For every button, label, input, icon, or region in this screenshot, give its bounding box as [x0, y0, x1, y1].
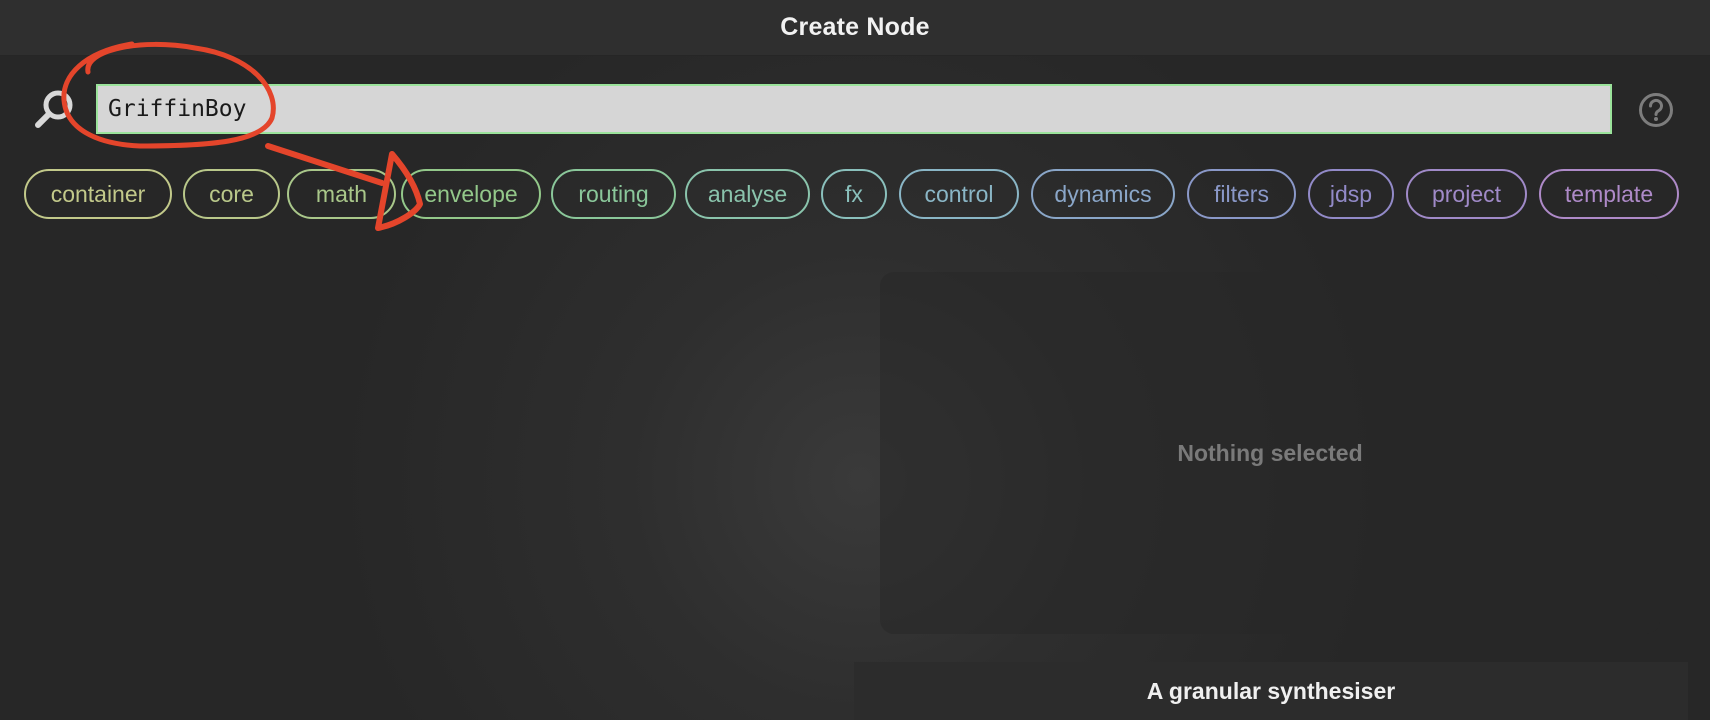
tag-dynamics[interactable]: dynamics: [1031, 169, 1175, 219]
tag-analyse[interactable]: analyse: [685, 169, 810, 219]
tag-math[interactable]: math: [287, 169, 396, 219]
node-details-panel: Nothing selected: [880, 272, 1660, 634]
tag-jdsp[interactable]: jdsp: [1308, 169, 1394, 219]
tag-envelope[interactable]: envelope: [401, 169, 541, 219]
category-tag-bar: container core math envelope routing ana…: [24, 169, 1684, 221]
tag-fx[interactable]: fx: [821, 169, 887, 219]
tag-routing[interactable]: routing: [551, 169, 676, 219]
node-description-bar: A granular synthesiser: [854, 662, 1688, 720]
nothing-selected-text: Nothing selected: [1177, 439, 1363, 466]
tag-core[interactable]: core: [183, 169, 280, 219]
search-input[interactable]: [96, 84, 1612, 134]
tag-filters[interactable]: filters: [1187, 169, 1296, 219]
tag-control[interactable]: control: [899, 169, 1019, 219]
search-icon: [32, 88, 76, 132]
create-node-dialog: Create Node container core math envelope…: [0, 0, 1710, 720]
tag-template[interactable]: template: [1539, 169, 1679, 219]
window-title: Create Node: [780, 13, 930, 41]
node-description: A granular synthesiser: [1146, 677, 1396, 704]
help-icon[interactable]: [1638, 92, 1674, 128]
tag-project[interactable]: project: [1406, 169, 1527, 219]
title-bar: Create Node: [0, 0, 1710, 56]
tag-container[interactable]: container: [24, 169, 172, 219]
